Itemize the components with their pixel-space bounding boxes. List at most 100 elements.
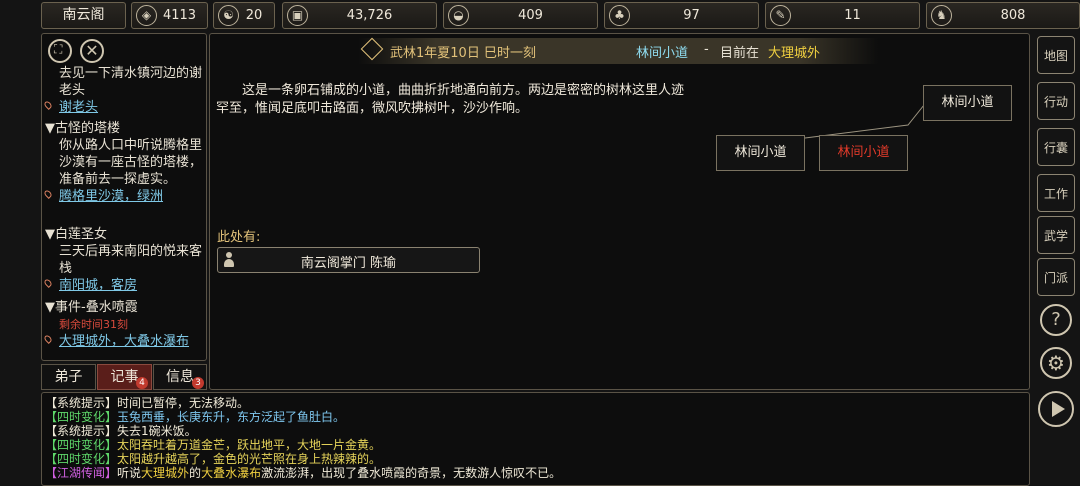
- gear-icon: ⚙: [1047, 351, 1065, 375]
- here-label: 此处有:: [217, 230, 261, 245]
- herb-stat[interactable]: ♣ 97: [604, 2, 759, 29]
- quest-location-link[interactable]: 大理城外，大叠水瀑布: [43, 333, 205, 350]
- scene-description: 这是一条卵石铺成的小道，曲曲折折地通向前方。两边是密密的树林这里人迹罕至，惟闻足…: [216, 83, 685, 116]
- quest-entry-3: ▼白莲圣女 三天后再来南阳的悦来客栈 南阳城，客房: [43, 226, 205, 294]
- play-button[interactable]: [1038, 391, 1074, 427]
- tab-messages[interactable]: 信息 3: [153, 364, 207, 390]
- log-text: 玉兔西垂，长庚东升，东方泛起了鱼肚白。: [117, 410, 346, 424]
- log-tag: 【四时变化】: [45, 410, 118, 424]
- log-text: 太阳吞吐着万道金芒，跃出地平，大地一片金黄。: [117, 438, 382, 452]
- tab-disciples[interactable]: 弟子: [41, 364, 96, 390]
- money-value: 43,726: [346, 8, 393, 23]
- map-label: 地图: [1043, 49, 1068, 63]
- log-line: 【四时变化】太阳越升越高了，金色的光芒照在身上热辣辣的。: [45, 452, 381, 466]
- tab-journal[interactable]: 记事 4: [97, 364, 152, 390]
- log-text: 时间已暂停，无法移动。: [117, 396, 250, 410]
- quest-text: 你从路人口中听说腾格里沙漠有一座古怪的塔楼，准备前去一探虚实。: [59, 138, 203, 187]
- quest-title[interactable]: ▼白莲圣女: [45, 226, 205, 243]
- log-tag: 【系统提示】: [45, 396, 118, 410]
- game-date: 武林1年夏10日 巳时一刻: [390, 46, 536, 61]
- martial-arts-label: 武学: [1043, 229, 1068, 243]
- log-tag: 【系统提示】: [45, 424, 118, 438]
- log-tag: 【四时变化】: [45, 438, 118, 452]
- log-text: 激流澎湃，出现了叠水喷霞的奇景，无数游人惊叹不已。: [261, 466, 562, 480]
- scroll-icon: ✎: [770, 5, 791, 26]
- log-tag: 【四时变化】: [45, 452, 118, 466]
- money-stat[interactable]: ▣ 43,726: [282, 2, 437, 29]
- top-status-bar: 南云阁 ◈ 4113 ☯ 20 ▣ 43,726 ◒ 409 ♣ 97 ✎ 11…: [0, 0, 1080, 32]
- collapse-icon: ⛶: [54, 42, 63, 56]
- quest-location-link[interactable]: 腾格里沙漠，绿洲: [43, 188, 205, 205]
- log-line: 【系统提示】失去1碗米饭。: [45, 424, 197, 438]
- log-text: 失去1碗米饭。: [117, 424, 197, 438]
- location-text: 腾格里沙漠，绿洲: [59, 189, 164, 204]
- sect-name-button[interactable]: 南云阁: [41, 2, 126, 29]
- help-icon: ?: [1051, 309, 1061, 330]
- location-text: 谢老头: [59, 100, 99, 115]
- close-button[interactable]: ✕: [80, 39, 104, 63]
- herb-value: 97: [683, 8, 700, 23]
- log-line: 【江湖传闻】听说大理城外的大叠水瀑布激流澎湃，出现了叠水喷霞的奇景，无数游人惊叹…: [45, 466, 561, 480]
- action-button[interactable]: 行动: [1037, 82, 1075, 120]
- log-line: 【系统提示】时间已暂停，无法移动。: [45, 396, 249, 410]
- quest-title[interactable]: ▼事件-叠水喷霞: [45, 299, 205, 316]
- collapse-button[interactable]: ⛶: [48, 39, 72, 63]
- work-button[interactable]: 工作: [1037, 174, 1075, 212]
- npc-name: 南云阁掌门 陈瑜: [300, 256, 397, 271]
- inventory-button[interactable]: 行囊: [1037, 128, 1075, 166]
- sect-button[interactable]: 门派: [1037, 258, 1075, 296]
- inventory-label: 行囊: [1043, 141, 1068, 155]
- current-prefix: 目前在: [720, 46, 760, 61]
- tab-label: 弟子: [54, 369, 83, 385]
- coin-bag-icon: ◈: [136, 5, 157, 26]
- food-value: 409: [518, 8, 543, 23]
- log-line: 【四时变化】太阳吞吐着万道金芒，跃出地平，大地一片金黄。: [45, 438, 381, 452]
- log-highlight: 大理城外: [141, 466, 190, 480]
- time-remaining: 剩余时间31刻: [59, 318, 128, 331]
- quest-text: 三天后再来南阳的悦来客栈: [59, 244, 203, 276]
- npc-button[interactable]: 南云阁掌门 陈瑜: [217, 247, 480, 273]
- settings-button[interactable]: ⚙: [1040, 347, 1072, 379]
- location-header: 武林1年夏10日 巳时一刻 林间小道 - 目前在 大理城外: [358, 37, 878, 64]
- quest-location-link[interactable]: 谢老头: [43, 99, 205, 116]
- log-highlight: 大叠水瀑布: [201, 466, 262, 480]
- location-text: 大理城外，大叠水瀑布: [59, 334, 190, 349]
- location-pin-icon: [43, 278, 53, 288]
- martial-arts-button[interactable]: 武学: [1037, 216, 1075, 254]
- tab-label: 信息: [166, 369, 194, 385]
- location-pin-icon: [43, 100, 53, 110]
- horse-stat[interactable]: ♞ 808: [926, 2, 1080, 29]
- reputation-stat[interactable]: ◈ 4113: [131, 2, 208, 29]
- map-node-west[interactable]: 林间小道: [716, 135, 805, 171]
- herb-icon: ♣: [609, 5, 630, 26]
- copper-coin-icon: ▣: [287, 5, 308, 26]
- map-node-current[interactable]: 林间小道: [819, 135, 908, 171]
- work-label: 工作: [1043, 187, 1068, 201]
- quest-location-link[interactable]: 南阳城，客房: [43, 277, 205, 294]
- log-text: 听说: [117, 466, 142, 480]
- quest-entry-4: ▼事件-叠水喷霞 剩余时间31刻 大理城外，大叠水瀑布: [43, 299, 205, 350]
- reputation-value: 4113: [162, 8, 197, 23]
- map-node-north[interactable]: 林间小道: [923, 85, 1012, 121]
- tab-label: 记事: [110, 369, 139, 385]
- location-text: 南阳城，客房: [59, 278, 138, 293]
- current-area: 大理城外: [768, 46, 821, 61]
- scroll-value: 11: [844, 8, 861, 23]
- header-separator: -: [704, 42, 709, 57]
- map-button[interactable]: 地图: [1037, 36, 1075, 74]
- place-name: 林间小道: [636, 46, 689, 61]
- horse-icon: ♞: [931, 5, 952, 26]
- play-icon: [1052, 401, 1065, 417]
- morality-stat[interactable]: ☯ 20: [213, 2, 275, 29]
- food-stat[interactable]: ◒ 409: [443, 2, 598, 29]
- scroll-stat[interactable]: ✎ 11: [765, 2, 920, 29]
- morality-value: 20: [245, 8, 263, 23]
- location-pin-icon: [43, 334, 53, 344]
- quest-title[interactable]: ▼古怪的塔楼: [45, 120, 205, 137]
- help-button[interactable]: ?: [1040, 304, 1072, 336]
- close-icon: ✕: [85, 41, 99, 60]
- location-pin-icon: [43, 189, 53, 199]
- horse-value: 808: [1000, 8, 1026, 23]
- yin-yang-icon: ☯: [218, 5, 239, 26]
- quest-entry-1: 去见一下清水镇河边的谢老头 谢老头: [43, 65, 205, 116]
